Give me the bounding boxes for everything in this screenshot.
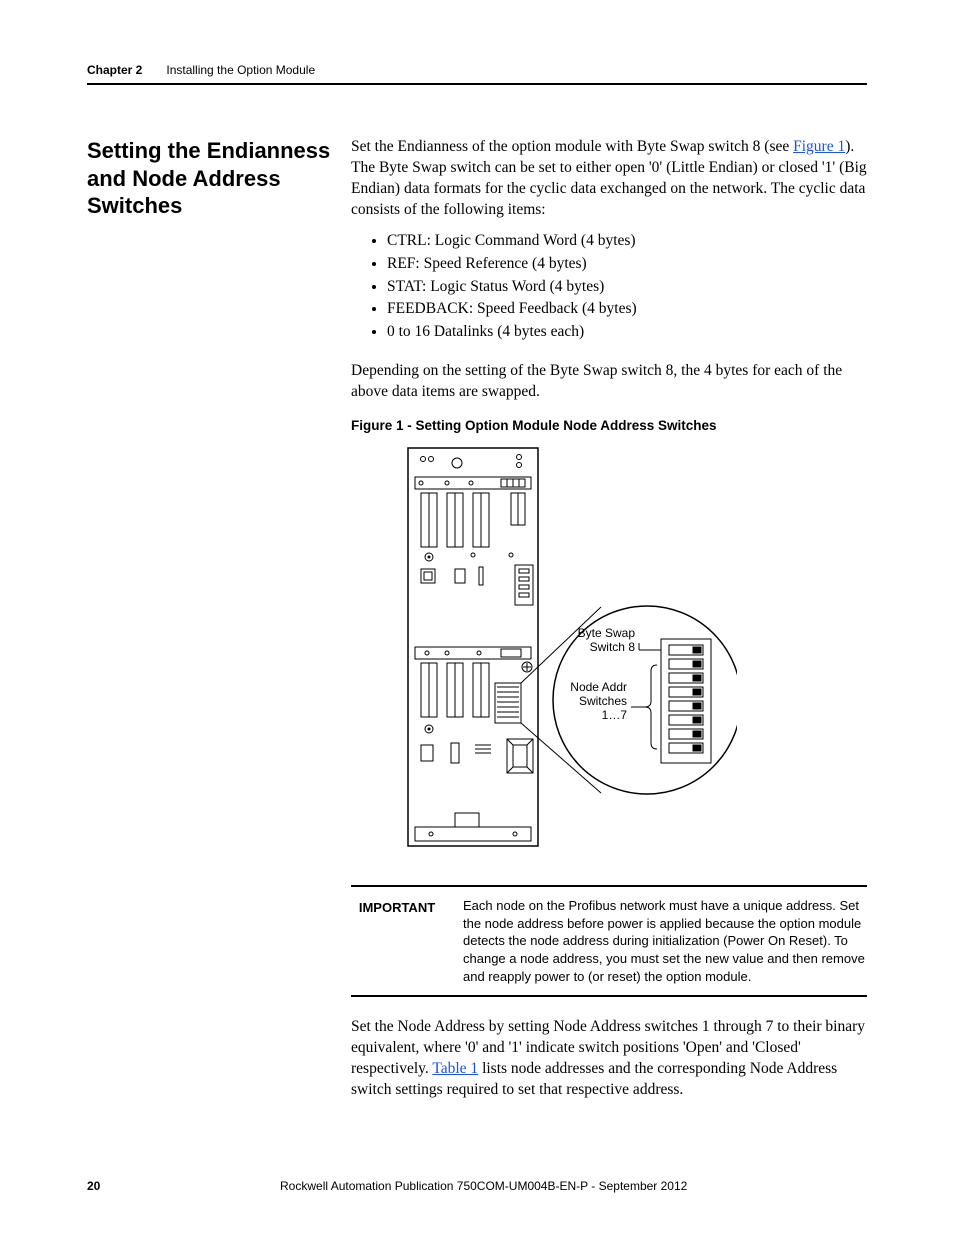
paragraph-1: Set the Endianness of the option module … <box>351 137 867 221</box>
important-callout: IMPORTANT Each node on the Profibus netw… <box>351 885 867 997</box>
list-item: FEEDBACK: Speed Feedback (4 bytes) <box>387 299 867 320</box>
list-item: 0 to 16 Datalinks (4 bytes each) <box>387 322 867 343</box>
publication-info: Rockwell Automation Publication 750COM-U… <box>100 1179 867 1193</box>
figure-1-link[interactable]: Figure 1 <box>793 138 845 155</box>
svg-text:1…7: 1…7 <box>602 708 628 722</box>
important-label: IMPORTANT <box>351 897 443 985</box>
section-heading: Setting the Endianness and Node Address … <box>87 137 333 220</box>
table-1-link[interactable]: Table 1 <box>432 1060 478 1077</box>
bullet-list: CTRL: Logic Command Word (4 bytes) REF: … <box>351 231 867 344</box>
svg-text:Switches: Switches <box>579 694 627 708</box>
svg-text:Switch 8: Switch 8 <box>590 640 636 654</box>
list-item: STAT: Logic Status Word (4 bytes) <box>387 277 867 298</box>
list-item: REF: Speed Reference (4 bytes) <box>387 254 867 275</box>
page-footer: 20 Rockwell Automation Publication 750CO… <box>87 1179 867 1193</box>
list-item: CTRL: Logic Command Word (4 bytes) <box>387 231 867 252</box>
svg-text:Node Addr: Node Addr <box>570 680 627 694</box>
important-text: Each node on the Profibus network must h… <box>463 897 867 985</box>
paragraph-2: Depending on the setting of the Byte Swa… <box>351 361 867 403</box>
paragraph-3: Set the Node Address by setting Node Add… <box>351 1017 867 1101</box>
figure-1: Byte Swap Switch 8 Node Addr Switches 1…… <box>407 447 867 847</box>
svg-text:Byte Swap: Byte Swap <box>578 626 636 640</box>
running-header: Chapter 2 Installing the Option Module <box>87 63 867 85</box>
chapter-title: Installing the Option Module <box>166 63 315 77</box>
figure-caption: Figure 1 - Setting Option Module Node Ad… <box>351 417 867 435</box>
main-content: Set the Endianness of the option module … <box>351 137 867 1111</box>
page-number: 20 <box>87 1179 100 1193</box>
module-diagram-icon: Byte Swap Switch 8 Node Addr Switches 1…… <box>407 447 737 847</box>
chapter-number: Chapter 2 <box>87 63 142 77</box>
